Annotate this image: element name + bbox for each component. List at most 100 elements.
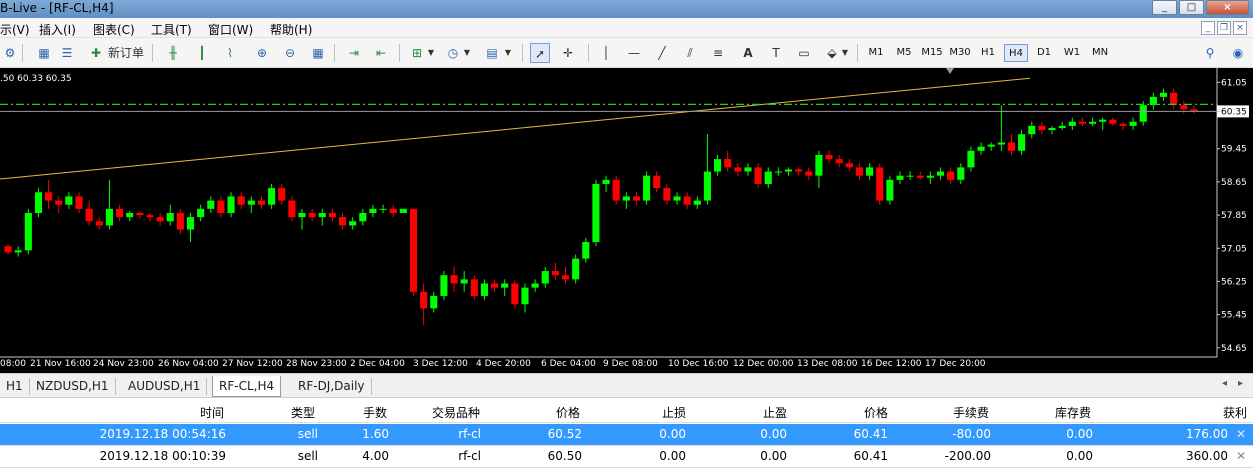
shapes-icon[interactable]: ⬙ <box>822 43 842 63</box>
new-order-icon[interactable]: ✚ <box>86 43 106 63</box>
trade-tp: 0.00 <box>760 427 787 441</box>
periods-icon[interactable]: ◷ <box>443 43 463 63</box>
trade-price: 60.52 <box>547 427 582 441</box>
trade-commission: -80.00 <box>952 427 991 441</box>
timeframe-mn[interactable]: MN <box>1088 44 1112 62</box>
horizontal-line-icon[interactable]: — <box>624 43 644 63</box>
maximize-button[interactable]: □ <box>1179 0 1204 15</box>
trade-type: sell <box>297 449 318 463</box>
menu-tools[interactable]: 工具(T) <box>151 21 192 38</box>
col-price[interactable]: 价格 <box>556 404 580 421</box>
arrows-icon[interactable]: ▭ <box>794 43 814 63</box>
current-price-label: 60.35 <box>1221 107 1247 117</box>
templates-dropdown-icon[interactable]: ▼ <box>503 43 513 63</box>
chart-canvas[interactable]: 61.05 60.35 59.45 58.65 57.85 57.05 56.25 55.45… <box>0 68 1253 373</box>
candle <box>592 179 600 247</box>
cursor-icon[interactable]: ➚ <box>530 43 550 63</box>
time-tick-label: 21 Nov 16:00 <box>30 359 91 369</box>
timeframe-d1[interactable]: D1 <box>1032 44 1056 62</box>
timeframe-m5[interactable]: M5 <box>892 44 916 62</box>
col-time[interactable]: 时间 <box>200 404 224 421</box>
ohlc-info: .50 60.33 60.35 <box>0 74 72 84</box>
trade-current-price: 60.41 <box>853 427 888 441</box>
col-tp[interactable]: 止盈 <box>763 404 787 421</box>
timeframe-m1[interactable]: M1 <box>864 44 888 62</box>
chart-tabs: H1 NZDUSD,H1 AUDUSD,H1 RF-CL,H4 RF-DJ,Da… <box>0 373 1253 398</box>
col-swap[interactable]: 库存费 <box>1055 404 1091 421</box>
tab-chart-rf-dj[interactable]: RF-DJ,Daily <box>292 378 372 395</box>
text-label-icon[interactable]: T <box>766 43 786 63</box>
auto-scroll-icon[interactable]: ⇥ <box>344 43 364 63</box>
tab-chart-rf-cl[interactable]: RF-CL,H4 <box>212 376 282 397</box>
menu-bar: 示(V) 插入(I) 图表(C) 工具(T) 窗口(W) 帮助(H) _ ❐ × <box>0 18 1253 38</box>
indicators-dropdown-icon[interactable]: ▼ <box>426 43 436 63</box>
price-chart[interactable]: 61.05 60.35 59.45 58.65 57.85 57.05 56.25 55.45… <box>0 68 1253 373</box>
tab-chart-audusd[interactable]: AUDUSD,H1 <box>122 378 208 395</box>
timeframe-h4[interactable]: H4 <box>1004 44 1028 62</box>
trade-time: 2019.12.18 00:10:39 <box>99 449 226 463</box>
trade-sl: 0.00 <box>659 449 686 463</box>
mdi-close-icon[interactable]: × <box>1233 21 1247 35</box>
time-tick-label: 08:00 <box>0 359 26 369</box>
price-tick-label: 57.85 <box>1221 211 1247 221</box>
tabs-scroll-left-icon[interactable]: ◂ <box>1222 378 1227 389</box>
table-row[interactable]: 2019.12.18 00:10:39 sell 4.00 rf-cl 60.5… <box>0 446 1253 468</box>
new-order-button[interactable]: 新订单 <box>106 43 146 63</box>
indicators-icon[interactable]: ⊞ <box>407 43 427 63</box>
bar-chart-icon[interactable]: ╫ <box>163 43 183 63</box>
col-type[interactable]: 类型 <box>291 404 315 421</box>
crosshair-icon[interactable]: ✛ <box>558 43 578 63</box>
close-trade-icon[interactable]: ✕ <box>1236 449 1246 463</box>
candlestick-icon[interactable]: ┃ <box>192 43 212 63</box>
toolbar: ⚙ ▦ ☰ ✚ 新订单 ╫ ┃ ⌇ ⊕ ⊖ ▦ ⇥ ⇤ ⊞ ▼ ◷ ▼ ▤ ▼ … <box>0 38 1253 68</box>
trendline-icon[interactable]: ╱ <box>652 43 672 63</box>
col-symbol[interactable]: 交易品种 <box>432 404 480 421</box>
timeframe-m30[interactable]: M30 <box>948 44 972 62</box>
tabs-scroll-right-icon[interactable]: ▸ <box>1238 378 1243 389</box>
market-watch-icon[interactable]: ▦ <box>34 43 54 63</box>
trade-lots: 4.00 <box>362 449 389 463</box>
vertical-line-icon[interactable]: │ <box>596 43 616 63</box>
price-tick-label: 57.05 <box>1221 244 1247 254</box>
price-tick-label: 56.25 <box>1221 277 1247 287</box>
menu-insert[interactable]: 插入(I) <box>39 21 76 38</box>
minimize-button[interactable]: _ <box>1152 0 1177 15</box>
time-axis: 08:00 21 Nov 16:00 24 Nov 23:00 26 Nov 04:0… <box>0 359 986 369</box>
shapes-dropdown-icon[interactable]: ▼ <box>840 43 850 63</box>
col-lots[interactable]: 手数 <box>363 404 387 421</box>
menu-charts[interactable]: 图表(C) <box>93 21 135 38</box>
templates-icon[interactable]: ▤ <box>482 43 502 63</box>
col-profit[interactable]: 获利 <box>1223 404 1247 421</box>
tab-chart-nzdusd[interactable]: NZDUSD,H1 <box>30 378 116 395</box>
line-chart-icon[interactable]: ⌇ <box>220 43 240 63</box>
fibonacci-icon[interactable]: ≡ <box>708 43 728 63</box>
mdi-minimize-icon[interactable]: _ <box>1201 21 1215 35</box>
chart-shift-icon[interactable]: ⇤ <box>371 43 391 63</box>
col-sl[interactable]: 止损 <box>662 404 686 421</box>
search-icon[interactable]: ⚲ <box>1200 43 1220 63</box>
tab-chart-h1[interactable]: H1 <box>0 378 30 395</box>
col-current-price[interactable]: 价格 <box>864 404 888 421</box>
mdi-restore-icon[interactable]: ❐ <box>1217 21 1231 35</box>
timeframe-h1[interactable]: H1 <box>976 44 1000 62</box>
periods-dropdown-icon[interactable]: ▼ <box>462 43 472 63</box>
profiles-icon[interactable]: ⚙ <box>0 43 20 63</box>
candle <box>572 254 580 284</box>
timeframe-w1[interactable]: W1 <box>1060 44 1084 62</box>
text-icon[interactable]: A <box>738 43 758 63</box>
timeframe-m15[interactable]: M15 <box>920 44 944 62</box>
equidistant-channel-icon[interactable]: ⫽ <box>680 43 700 63</box>
zoom-out-icon[interactable]: ⊖ <box>280 43 300 63</box>
zoom-in-icon[interactable]: ⊕ <box>252 43 272 63</box>
chat-icon[interactable]: ◉ <box>1228 43 1248 63</box>
menu-window[interactable]: 窗口(W) <box>208 21 253 38</box>
menu-view[interactable]: 示(V) <box>0 21 30 38</box>
close-button[interactable]: × <box>1206 0 1249 15</box>
close-trade-icon[interactable]: ✕ <box>1236 427 1246 441</box>
menu-help[interactable]: 帮助(H) <box>270 21 312 38</box>
price-tick-label: 59.45 <box>1221 145 1247 155</box>
tile-windows-icon[interactable]: ▦ <box>308 43 328 63</box>
navigator-icon[interactable]: ☰ <box>57 43 77 63</box>
table-row[interactable]: 2019.12.18 00:54:16 sell 1.60 rf-cl 60.5… <box>0 424 1253 446</box>
col-commission[interactable]: 手续费 <box>953 404 989 421</box>
